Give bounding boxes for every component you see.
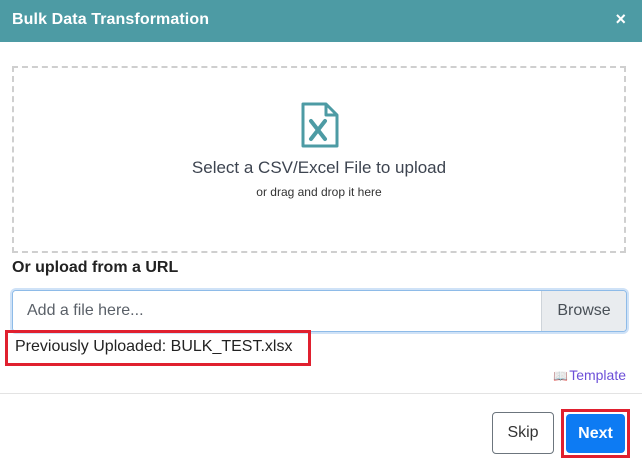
url-upload-label: Or upload from a URL — [12, 259, 179, 276]
template-link[interactable]: 📖Template — [553, 367, 626, 383]
file-url-input[interactable] — [13, 291, 542, 331]
skip-button[interactable]: Skip — [492, 412, 554, 454]
url-input-group: Browse — [12, 290, 627, 332]
dropzone-title: Select a CSV/Excel File to upload — [191, 158, 447, 177]
close-icon[interactable]: × — [615, 9, 626, 30]
footer-divider — [0, 393, 642, 394]
previously-uploaded-text: Previously Uploaded: BULK_TEST.xlsx — [15, 338, 293, 355]
browse-button[interactable]: Browse — [541, 291, 626, 331]
modal-title: Bulk Data Transformation — [12, 11, 210, 28]
previous-upload-highlight: Previously Uploaded: BULK_TEST.xlsx — [5, 330, 311, 366]
bulk-data-transformation-modal: Bulk Data Transformation × Select a CSV/… — [0, 0, 642, 465]
dropzone-subtitle: or drag and drop it here — [256, 185, 382, 199]
excel-file-icon — [301, 102, 339, 148]
book-icon: 📖 — [553, 369, 569, 383]
modal-header: Bulk Data Transformation × — [0, 0, 642, 42]
file-dropzone[interactable]: Select a CSV/Excel File to upload or dra… — [12, 66, 626, 253]
template-label: Template — [569, 367, 626, 383]
next-button[interactable]: Next — [566, 414, 625, 453]
